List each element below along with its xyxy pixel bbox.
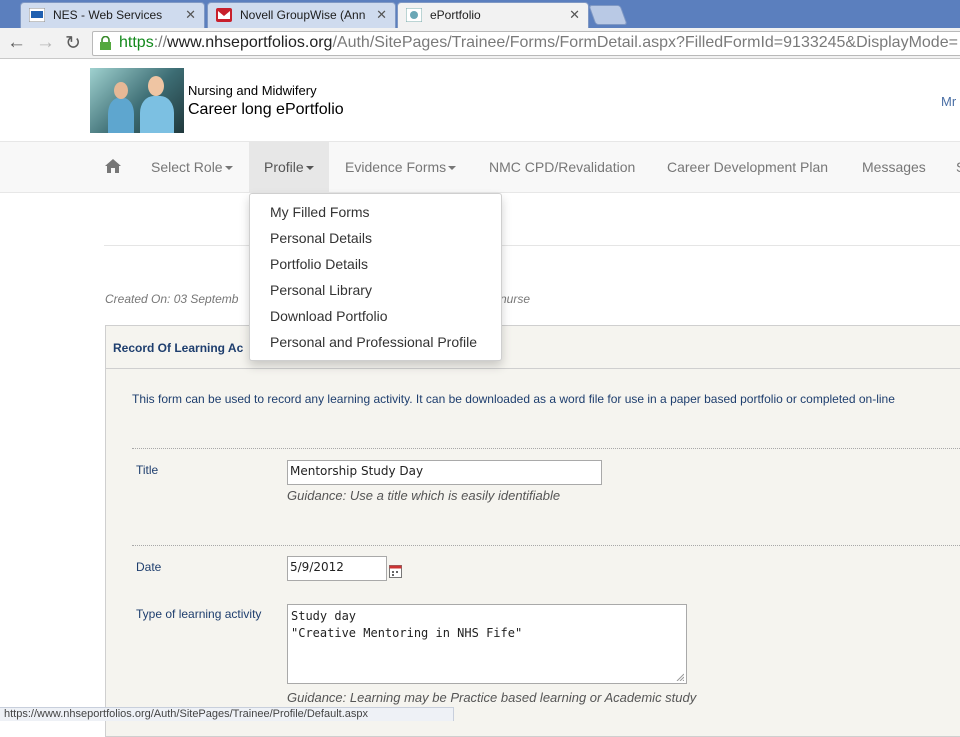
url-text: https://www.nhseportfolios.org/Auth/Site… (119, 34, 958, 51)
close-icon[interactable]: ✕ (185, 7, 196, 23)
nav-select-role[interactable]: Select Role (151, 142, 233, 192)
browser-tab[interactable]: NES - Web Services ✕ (20, 2, 205, 28)
type-textarea[interactable]: Study day "Creative Mentoring in NHS Fif… (287, 604, 687, 684)
menu-item-portfolio-details[interactable]: Portfolio Details (270, 256, 368, 272)
divider (104, 245, 960, 246)
nav-nmc-cpd[interactable]: NMC CPD/Revalidation (489, 142, 635, 192)
nav-profile[interactable]: Profile (249, 142, 329, 192)
back-arrow-icon[interactable]: ← (7, 32, 26, 54)
nav-evidence-forms[interactable]: Evidence Forms (345, 142, 457, 192)
groupwise-mail-favicon (216, 8, 232, 22)
panel-title: Record Of Learning Ac (113, 341, 244, 355)
header-photo (90, 68, 184, 133)
resize-grip-icon[interactable] (676, 673, 684, 681)
title-guidance: Guidance: Use a title which is easily id… (287, 488, 561, 503)
home-icon[interactable] (104, 158, 122, 174)
status-bar: https://www.nhseportfolios.org/Auth/Site… (0, 707, 454, 721)
divider (132, 448, 960, 449)
new-tab-button[interactable] (588, 5, 628, 25)
title-field[interactable]: Mentorship Study Day (287, 460, 602, 485)
menu-item-professional-profile[interactable]: Personal and Professional Profile (270, 334, 477, 350)
address-bar[interactable]: https://www.nhseportfolios.org/Auth/Site… (92, 31, 960, 56)
status-url: https://www.nhseportfolios.org/Auth/Site… (4, 708, 369, 720)
type-guidance: Guidance: Learning may be Practice based… (287, 690, 697, 705)
nav-messages[interactable]: Messages (862, 142, 926, 192)
menu-item-download-portfolio[interactable]: Download Portfolio (270, 308, 388, 324)
user-name-link[interactable]: Mr (941, 94, 956, 109)
menu-item-personal-library[interactable]: Personal Library (270, 282, 372, 298)
created-on-text: Created On: 03 Septemb (105, 292, 239, 306)
main-nav: Select Role Profile Evidence Forms NMC C… (0, 141, 960, 193)
close-icon[interactable]: ✕ (376, 7, 387, 23)
profile-dropdown-menu: My Filled Forms Personal Details Portfol… (249, 193, 502, 361)
lock-icon (100, 36, 111, 50)
date-field[interactable]: 5/9/2012 (287, 556, 387, 581)
nav-more[interactable]: S (956, 142, 960, 192)
created-on-tail: nurse (500, 292, 531, 306)
date-label: Date (136, 560, 162, 574)
textarea-line: Study day (291, 609, 357, 623)
nhs-favicon (29, 8, 45, 22)
form-panel: Record Of Learning Ac This form can be u… (105, 325, 960, 737)
tab-title: Novell GroupWise (Ann R (240, 8, 365, 22)
close-icon[interactable]: ✕ (569, 7, 580, 23)
app-title: Career long ePortfolio (188, 101, 344, 118)
browser-tab-active[interactable]: ePortfolio ✕ (397, 2, 589, 28)
divider (132, 545, 960, 546)
menu-item-my-filled-forms[interactable]: My Filled Forms (270, 204, 370, 220)
type-label: Type of learning activity (136, 607, 262, 621)
browser-toolbar: ← → ↻ https://www.nhseportfolios.org/Aut… (0, 28, 960, 59)
menu-item-personal-details[interactable]: Personal Details (270, 230, 372, 246)
nav-career-plan[interactable]: Career Development Plan (667, 142, 828, 192)
eportfolio-favicon (406, 8, 422, 22)
browser-tab[interactable]: Novell GroupWise (Ann R ✕ (207, 2, 396, 28)
title-label: Title (136, 463, 159, 477)
forward-arrow-icon[interactable]: → (36, 32, 55, 54)
tab-title: NES - Web Services (53, 8, 163, 22)
panel-header: Record Of Learning Ac (106, 326, 960, 369)
reload-icon[interactable]: ↻ (65, 32, 81, 55)
tab-title: ePortfolio (430, 8, 481, 22)
browser-tab-strip: NES - Web Services ✕ Novell GroupWise (A… (0, 0, 960, 28)
textarea-line: "Creative Mentoring in NHS Fife" (291, 626, 523, 640)
calendar-icon[interactable] (389, 564, 402, 578)
form-intro: This form can be used to record any lear… (132, 392, 895, 406)
org-line: Nursing and Midwifery (188, 83, 317, 98)
